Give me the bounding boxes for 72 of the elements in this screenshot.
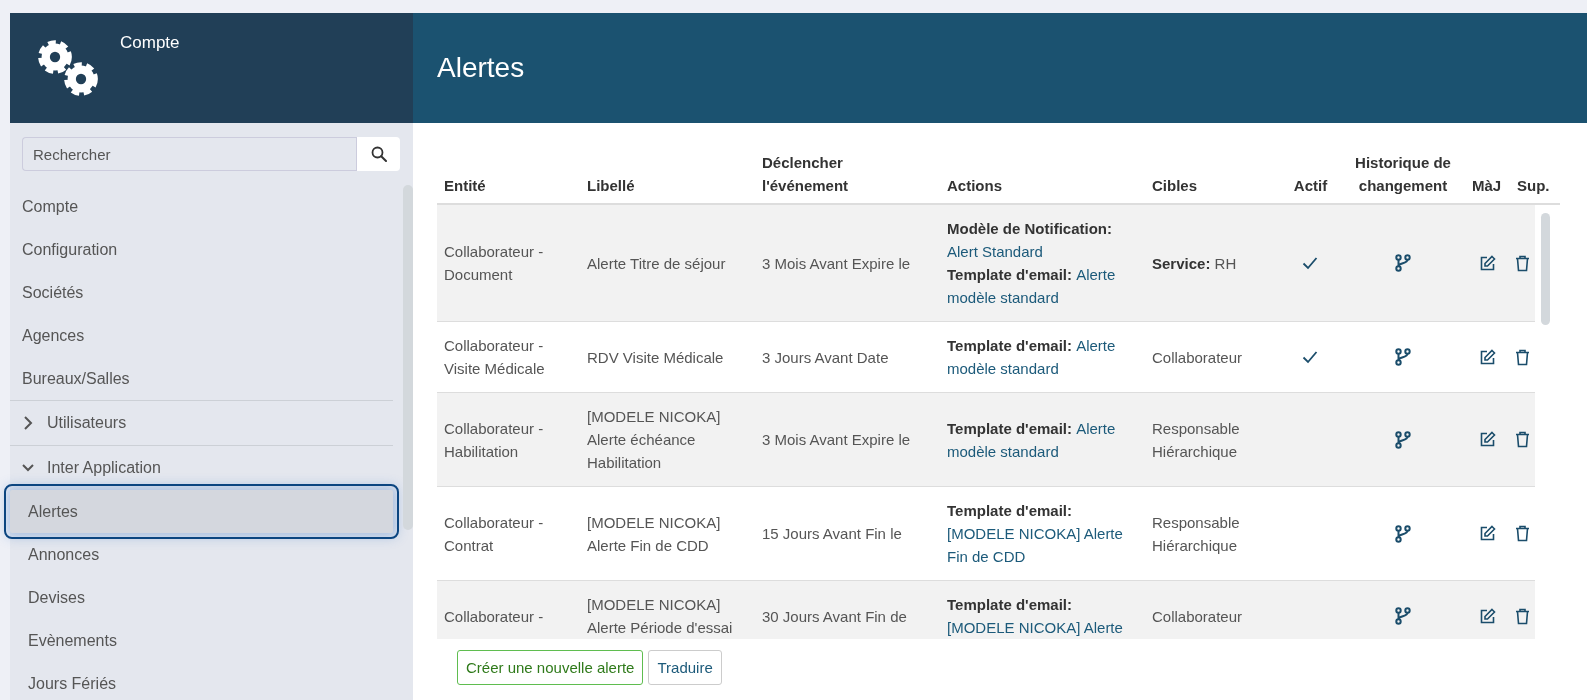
- sidebar-title: Compte: [120, 33, 180, 53]
- menu-group-label: Inter Application: [47, 459, 161, 477]
- table-cell-text: Collaborateur - Visite Médicale: [443, 336, 546, 379]
- menu-item[interactable]: Compte: [10, 185, 393, 228]
- table-cell-text: Alerte Titre de séjour: [586, 253, 727, 274]
- menu-item[interactable]: Agences: [10, 314, 393, 357]
- branch-icon[interactable]: [1394, 524, 1411, 543]
- menu-item[interactable]: Configuration: [10, 228, 393, 271]
- create-button[interactable]: Créer une nouvelle alerte: [457, 650, 644, 686]
- trash-icon[interactable]: [1515, 607, 1530, 625]
- trash-icon[interactable]: [1515, 348, 1530, 366]
- translate-button[interactable]: Traduire: [648, 650, 722, 686]
- table-cell-text: [MODELE NICOKA] Alerte échéance Habilitation: [586, 407, 722, 473]
- table-cell-text: 3 Mois Avant Expire le: [761, 253, 912, 274]
- action-text: Template d'email: [MODELE NICOKA] Alerte: [947, 595, 1124, 638]
- scrollbar[interactable]: [403, 185, 413, 530]
- column-header: Cibles: [1151, 176, 1198, 196]
- column-header: Actions: [946, 176, 1003, 196]
- trash-icon[interactable]: [1515, 254, 1530, 272]
- branch-icon[interactable]: [1394, 430, 1411, 449]
- table-cell-text: Collaborateur: [1151, 347, 1244, 368]
- scrollbar[interactable]: [1541, 213, 1550, 325]
- table-cell-text: 3 Mois Avant Expire le: [761, 430, 912, 450]
- column-header: Déclencher l'événement: [761, 153, 850, 196]
- menu-item[interactable]: Jours Fériés: [10, 662, 393, 700]
- page-title: Alertes: [437, 52, 525, 84]
- edit-icon[interactable]: [1479, 254, 1496, 272]
- action-text: Template d'email: Alerte modèle standard: [947, 336, 1117, 379]
- column-header: Actif: [1292, 176, 1329, 196]
- menu-item[interactable]: Bureaux/Salles: [10, 357, 393, 400]
- branch-icon[interactable]: [1394, 607, 1411, 625]
- action-text: Template d'email: Alerte modèle standard: [947, 265, 1117, 308]
- edit-icon[interactable]: [1479, 525, 1496, 542]
- action-text: Template d'email: [MODELE NICOKA] Alerte Fin de CDD: [947, 501, 1124, 567]
- search-field[interactable]: Rechercher: [22, 137, 356, 171]
- table-cell-text: Collaborateur - Document: [443, 242, 545, 285]
- column-header: Entité: [443, 176, 487, 196]
- trash-icon[interactable]: [1515, 525, 1530, 542]
- chevron-right-icon: [22, 416, 34, 430]
- table-cell-text: Collaborateur -: [443, 606, 545, 627]
- search-icon: [370, 146, 387, 162]
- menu-item[interactable]: Evènements: [10, 619, 393, 662]
- table-cell-text: Responsable Hiérarchique: [1151, 418, 1241, 462]
- table-cell-text: Service: RH: [1151, 253, 1238, 274]
- menu-item[interactable]: Sociétés: [10, 271, 393, 314]
- menu-item[interactable]: Devises: [10, 576, 393, 619]
- branch-icon[interactable]: [1394, 254, 1411, 272]
- menu-item[interactable]: Annonces: [10, 533, 393, 576]
- menu-group-label: Utilisateurs: [47, 414, 127, 432]
- column-header: Libellé: [586, 176, 636, 196]
- action-text: Template d'email: Alerte modèle standard: [947, 418, 1117, 462]
- column-header: Sup.: [1516, 176, 1551, 196]
- column-header: Historique de changement: [1354, 153, 1452, 196]
- table-cell-text: [MODELE NICOKA] Alerte Période d'essai: [586, 595, 734, 638]
- table-cell-text: Collaborateur - Habilitation: [443, 418, 545, 462]
- trash-icon[interactable]: [1515, 431, 1530, 448]
- table-cell-text: Collaborateur: [1151, 606, 1244, 627]
- edit-icon[interactable]: [1479, 431, 1496, 448]
- edit-icon[interactable]: [1479, 607, 1496, 625]
- table-cell-text: 3 Jours Avant Date: [761, 347, 890, 368]
- branch-icon[interactable]: [1394, 348, 1411, 366]
- column-header: MàJ: [1471, 176, 1503, 196]
- action-text: Modèle de Notification: Alert Standard: [947, 219, 1113, 262]
- menu-group[interactable]: Utilisateurs: [10, 400, 393, 445]
- edit-icon[interactable]: [1479, 348, 1496, 366]
- table-cell-text: Collaborateur - Contrat: [443, 512, 545, 556]
- table-cell-text: [MODELE NICOKA] Alerte Fin de CDD: [586, 512, 722, 556]
- table-cell-text: 15 Jours Avant Fin le: [761, 524, 903, 544]
- table-cell-text: 30 Jours Avant Fin de: [761, 606, 908, 627]
- table-cell-text: Responsable Hiérarchique: [1151, 512, 1241, 556]
- search-button[interactable]: [356, 137, 400, 171]
- table-cell-text: RDV Visite Médicale: [586, 347, 725, 368]
